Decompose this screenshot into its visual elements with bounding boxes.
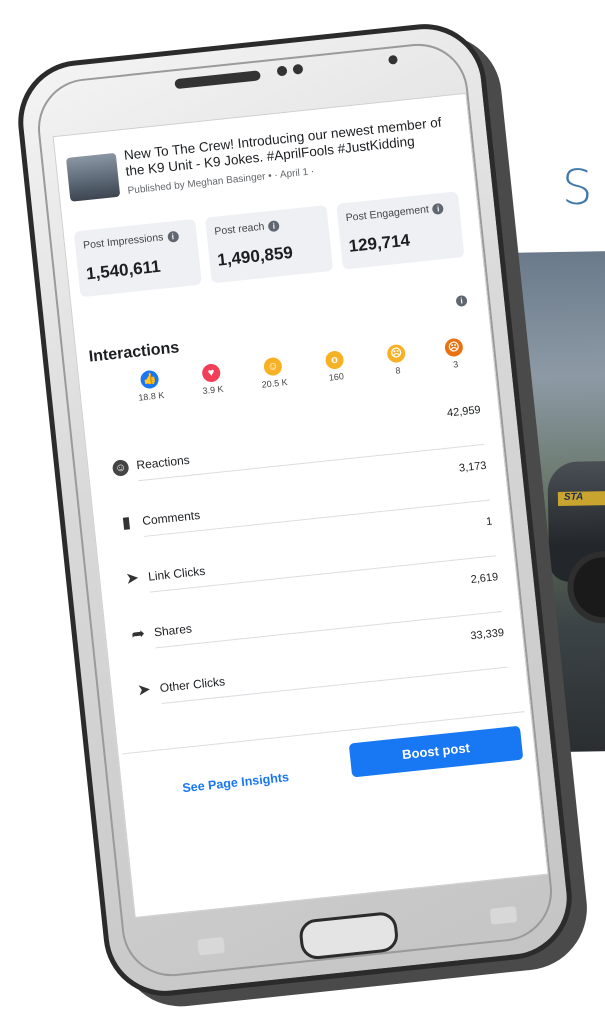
stat-post-engagement: Post Engagement i 129,714 — [336, 191, 465, 270]
interactions-heading: Interactions — [88, 339, 180, 366]
stat-post-impressions: Post Impressions i 1,540,611 — [73, 218, 202, 298]
post-insights-card: New To The Crew! Introducing our newest … — [59, 108, 525, 795]
haha-icon: ☺ — [262, 356, 283, 377]
stat-value: 1,540,611 — [85, 256, 162, 284]
wow-icon: o — [324, 350, 345, 370]
back-soft-key[interactable] — [197, 936, 225, 956]
reaction-count: 8 — [394, 365, 401, 376]
metric-label: Comments — [141, 507, 201, 528]
cursor-icon: ➤ — [136, 681, 152, 700]
info-icon[interactable]: i — [455, 294, 468, 307]
stat-label: Post Engagement — [345, 203, 430, 225]
metric-value: 42,959 — [446, 404, 482, 420]
reaction-sad: ☹ 8 — [375, 343, 418, 378]
info-icon[interactable]: i — [432, 202, 445, 215]
reaction-haha: ☺ 20.5 K — [252, 355, 295, 390]
love-icon: ♥ — [201, 363, 222, 383]
post-thumbnail[interactable] — [65, 152, 121, 202]
metric-label: Other Clicks — [159, 674, 226, 696]
reaction-love: ♥ 3.9 K — [190, 362, 233, 397]
reaction-count: 3 — [452, 359, 459, 370]
background-heading-letter: S — [562, 160, 593, 216]
recents-soft-key[interactable] — [489, 906, 518, 925]
car-stripe-text: STA — [563, 491, 584, 503]
reaction-angry: ☹ 3 — [433, 336, 476, 371]
reaction-count: 3.9 K — [202, 383, 224, 396]
stat-value: 1,490,859 — [216, 242, 294, 270]
info-icon[interactable]: i — [166, 230, 179, 243]
reaction-count: 20.5 K — [261, 377, 289, 390]
reaction-wow: o 160 — [314, 349, 357, 384]
info-icon[interactable]: i — [267, 219, 280, 232]
stat-label: Post reach — [213, 220, 266, 238]
see-page-insights-link[interactable]: See Page Insights — [182, 770, 290, 795]
share-icon: ➦ — [130, 625, 146, 644]
metric-label: Link Clicks — [147, 563, 206, 584]
reaction-count: 160 — [328, 371, 345, 383]
phone-screen: New To The Crew! Introducing our newest … — [52, 92, 549, 918]
metric-label: Shares — [153, 621, 193, 640]
stat-value: 129,714 — [347, 230, 411, 256]
metric-value: 33,339 — [469, 626, 505, 643]
reaction-like: 👍 18.8 K — [129, 368, 172, 403]
phone-mockup: New To The Crew! Introducing our newest … — [12, 18, 594, 1013]
stat-label: Post Impressions — [82, 231, 164, 252]
stat-post-reach: Post reach i 1,490,859 — [204, 205, 334, 284]
cursor-icon: ➤ — [124, 569, 140, 589]
metric-value: 1 — [485, 515, 493, 529]
smiley-icon: ☺ — [111, 459, 130, 477]
metric-value: 3,173 — [458, 459, 488, 475]
metric-value: 2,619 — [470, 571, 499, 586]
phone-body: New To The Crew! Introducing our newest … — [12, 18, 578, 1002]
boost-post-button[interactable]: Boost post — [348, 725, 524, 778]
comment-icon: ▮ — [121, 514, 132, 533]
like-icon: 👍 — [139, 369, 160, 390]
reaction-count: 18.8 K — [137, 390, 165, 403]
metric-label: Reactions — [135, 452, 191, 473]
sad-icon: ☹ — [386, 343, 407, 364]
angry-icon: ☹ — [443, 337, 464, 358]
